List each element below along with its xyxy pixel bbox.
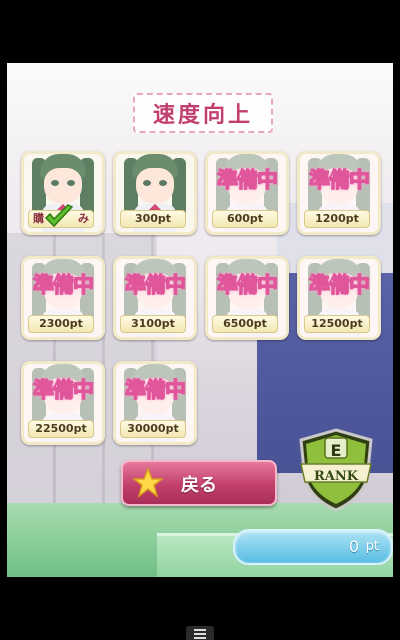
upgrade-tile-6[interactable]: 準備中 3100pt [113, 256, 197, 340]
locked-label: 準備中 [32, 376, 94, 402]
points-unit: pt [365, 539, 379, 554]
locked-label: 準備中 [216, 166, 278, 192]
back-button[interactable]: 戻る [121, 460, 277, 506]
price-label: 22500pt [28, 420, 94, 438]
locked-label: 準備中 [308, 166, 370, 192]
price-label: 2300pt [28, 315, 94, 333]
title-banner: 速度向上 [133, 93, 273, 133]
purchased-label-right: み [78, 212, 89, 225]
upgrade-tile-9[interactable]: 準備中 22500pt [21, 361, 105, 445]
upgrade-tile-5[interactable]: 準備中 2300pt [21, 256, 105, 340]
back-button-label: 戻る [181, 475, 217, 496]
upgrade-tile-8[interactable]: 準備中 12500pt [297, 256, 381, 340]
locked-label: 準備中 [124, 271, 186, 297]
upgrade-tile-1[interactable]: 購 み [21, 151, 105, 235]
check-icon [44, 204, 74, 228]
page-title: 速度向上 [152, 102, 253, 128]
rank-letter: E [330, 441, 342, 460]
game-screen: 速度向上 購 み 300pt 準備中 600pt 準備中 1200pt 準備中 … [7, 63, 393, 577]
points-value: 0 [348, 537, 359, 556]
system-nav-bar [0, 600, 400, 640]
price-label: 3100pt [120, 315, 186, 333]
menu-icon[interactable] [186, 626, 214, 640]
purchased-label-left: 購 [33, 212, 44, 225]
rank-label: RANK [313, 469, 359, 484]
locked-label: 準備中 [216, 271, 278, 297]
price-label: 12500pt [304, 315, 370, 333]
upgrade-tile-7[interactable]: 準備中 6500pt [205, 256, 289, 340]
points-display: 0 pt [233, 529, 393, 565]
rank-badge: E RANK [297, 428, 375, 512]
upgrade-tile-2[interactable]: 300pt [113, 151, 197, 235]
price-label: 6500pt [212, 315, 278, 333]
star-icon [133, 468, 163, 498]
locked-label: 準備中 [32, 271, 94, 297]
price-label: 600pt [212, 210, 278, 228]
upgrade-tile-4[interactable]: 準備中 1200pt [297, 151, 381, 235]
price-label: 30000pt [120, 420, 186, 438]
price-label: 1200pt [304, 210, 370, 228]
locked-label: 準備中 [308, 271, 370, 297]
upgrade-tile-10[interactable]: 準備中 30000pt [113, 361, 197, 445]
price-label: 300pt [120, 210, 186, 228]
upgrade-tile-3[interactable]: 準備中 600pt [205, 151, 289, 235]
locked-label: 準備中 [124, 376, 186, 402]
